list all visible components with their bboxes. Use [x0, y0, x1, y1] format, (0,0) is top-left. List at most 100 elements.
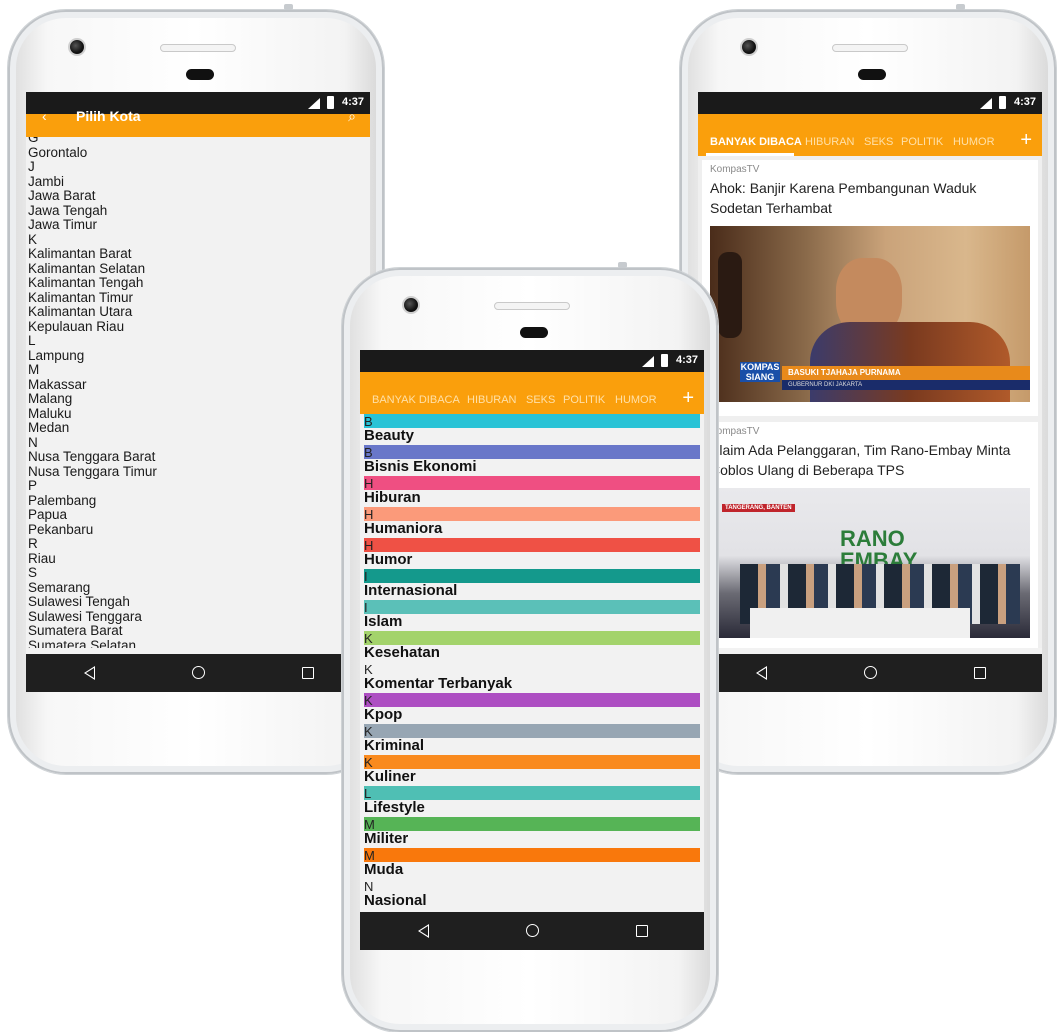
battery-icon — [327, 96, 334, 109]
tab-politik[interactable]: POLITIK — [901, 136, 943, 148]
news-card-2[interactable]: KompasTV Klaim Ada Pelanggaran, Tim Rano… — [702, 422, 1038, 648]
tab-humor[interactable]: HUMOR — [953, 136, 995, 148]
category-letter-band: K — [364, 662, 700, 677]
add-tab-plus-icon[interactable]: + — [1020, 130, 1032, 150]
category-item[interactable]: K Kpop — [364, 693, 700, 724]
category-item[interactable]: H Humor — [364, 538, 700, 569]
city-list-item[interactable]: Jawa Tengah — [28, 203, 157, 219]
city-list-item[interactable]: Malang — [28, 391, 157, 407]
back-triangle-icon[interactable] — [84, 666, 95, 680]
status-time: 4:37 — [675, 354, 698, 366]
tab-hiburan[interactable]: HIBURAN — [805, 136, 855, 148]
category-name: Humor — [364, 551, 413, 568]
power-button — [956, 4, 965, 10]
proximity-sensor — [186, 69, 214, 80]
category-name: Internasional — [364, 582, 458, 599]
home-circle-icon[interactable] — [526, 924, 539, 937]
back-triangle-icon[interactable] — [756, 666, 767, 680]
add-tab-plus-icon[interactable]: + — [682, 388, 694, 408]
category-item[interactable]: I Internasional — [364, 569, 700, 600]
tab-humor[interactable]: HUMOR — [615, 394, 657, 406]
category-item[interactable]: L Lifestyle — [364, 786, 700, 817]
back-triangle-icon[interactable] — [418, 924, 429, 938]
recents-square-icon[interactable] — [302, 667, 314, 679]
city-list-item[interactable]: Papua — [28, 507, 157, 523]
category-item[interactable]: I Islam — [364, 600, 700, 631]
tab-seks[interactable]: SEKS — [526, 394, 555, 406]
category-item[interactable]: K Kesehatan — [364, 631, 700, 662]
center-screen: 4:37 BANYAK DIBACA HIBURAN SEKS POLITIK … — [360, 350, 704, 950]
city-list-item[interactable]: Nusa Tenggara Barat — [28, 449, 157, 465]
category-picker-list: B Beauty B Bisnis Ekonomi H Hiburan H Humaniora… — [360, 414, 704, 906]
city-list-item[interactable]: Lampung — [28, 348, 157, 364]
home-circle-icon[interactable] — [864, 666, 877, 679]
center-phone: 4:37 BANYAK DIBACA HIBURAN SEKS POLITIK … — [342, 262, 718, 1032]
earpiece-speaker — [494, 302, 570, 310]
city-list-item[interactable]: Sulawesi Tengah — [28, 594, 157, 610]
city-list-item[interactable]: Kalimantan Utara — [28, 304, 157, 320]
front-camera-icon — [402, 296, 420, 314]
tab-banyak-dibaca[interactable]: BANYAK DIBACA — [372, 394, 460, 406]
category-item[interactable]: M Muda — [364, 848, 700, 879]
news-caption-location: TANGERANG, BANTEN — [722, 504, 795, 512]
app-bar: BANYAK DIBACA HIBURAN SEKS POLITIK HUMOR… — [360, 372, 704, 414]
city-list-item[interactable]: Kepulauan Riau — [28, 319, 157, 335]
recents-square-icon[interactable] — [974, 667, 986, 679]
city-list-item[interactable]: Kalimantan Selatan — [28, 261, 157, 277]
nav-bar — [698, 654, 1042, 692]
city-list-item[interactable]: Kalimantan Timur — [28, 290, 157, 306]
category-letter-band: K — [364, 755, 700, 770]
category-item[interactable]: K Komentar Terbanyak — [364, 662, 700, 693]
city-list-item[interactable]: Jawa Timur — [28, 217, 157, 233]
category-item[interactable]: H Humaniora — [364, 507, 700, 538]
city-list: G Gorontalo J Jambi Jawa Barat Jawa Tengah Jaw… — [26, 137, 370, 648]
city-list-item[interactable]: Makassar — [28, 377, 157, 393]
category-item[interactable]: K Kriminal — [364, 724, 700, 755]
news-caption-name: BASUKI TJAHAJA PURNAMA — [782, 366, 1030, 380]
category-item[interactable]: N Nasional — [364, 879, 700, 906]
city-list-item[interactable]: Kalimantan Tengah — [28, 275, 157, 291]
tab-politik[interactable]: POLITIK — [563, 394, 605, 406]
section-header-letter: R — [28, 536, 38, 551]
front-camera-icon — [68, 38, 86, 56]
city-list-item[interactable]: Semarang — [28, 580, 157, 596]
news-title: Klaim Ada Pelanggaran, Tim Rano-Embay Mi… — [710, 442, 1011, 478]
city-list-item[interactable]: Sulawesi Tenggara — [28, 609, 157, 625]
city-list-item[interactable]: Sumatera Barat — [28, 623, 157, 639]
city-list-item[interactable]: Pekanbaru — [28, 522, 157, 538]
category-name: Humaniora — [364, 520, 443, 537]
home-circle-icon[interactable] — [192, 666, 205, 679]
app-bar: BANYAK DIBACA HIBURAN SEKS POLITIK HUMOR… — [698, 114, 1042, 156]
city-list-item[interactable]: Gorontalo — [28, 145, 157, 161]
city-list-item[interactable]: Kalimantan Barat — [28, 246, 157, 262]
category-item[interactable]: H Hiburan — [364, 476, 700, 507]
category-item[interactable]: K Kuliner — [364, 755, 700, 786]
tab-hiburan[interactable]: HIBURAN — [467, 394, 517, 406]
right-phone: 4:37 BANYAK DIBACA HIBURAN SEKS POLITIK … — [680, 4, 1056, 774]
news-card-1[interactable]: KompasTV Ahok: Banjir Karena Pembangunan… — [702, 160, 1038, 416]
city-list-item[interactable]: Riau — [28, 551, 157, 567]
tab-banyak-dibaca[interactable]: BANYAK DIBACA — [710, 136, 802, 148]
city-list-item[interactable]: Jambi — [28, 174, 157, 190]
proximity-sensor — [520, 327, 548, 338]
category-name: Hiburan — [364, 489, 421, 506]
app-bar: Pilih Kota ‹ ⌕ — [26, 108, 370, 137]
city-list-item[interactable]: Jawa Barat — [28, 188, 157, 204]
city-list-item[interactable]: Palembang — [28, 493, 157, 509]
status-time: 4:37 — [1013, 96, 1036, 108]
back-arrow-icon[interactable]: ‹ — [42, 108, 47, 124]
city-list-item[interactable]: Nusa Tenggara Timur — [28, 464, 157, 480]
section-header-letter: P — [28, 478, 38, 493]
category-item[interactable]: B Beauty — [364, 414, 700, 445]
section-header-letter: M — [28, 362, 40, 377]
tab-seks[interactable]: SEKS — [864, 136, 893, 148]
category-item[interactable]: B Bisnis Ekonomi — [364, 445, 700, 476]
city-list-item[interactable]: Maluku — [28, 406, 157, 422]
city-list-item[interactable]: Sumatera Selatan — [28, 638, 157, 648]
news-caption-title: GUBERNUR DKI JAKARTA — [782, 380, 1030, 390]
city-list-item[interactable]: Medan — [28, 420, 157, 436]
earpiece-speaker — [832, 44, 908, 52]
search-icon[interactable]: ⌕ — [348, 108, 356, 125]
recents-square-icon[interactable] — [636, 925, 648, 937]
category-item[interactable]: M Militer — [364, 817, 700, 848]
